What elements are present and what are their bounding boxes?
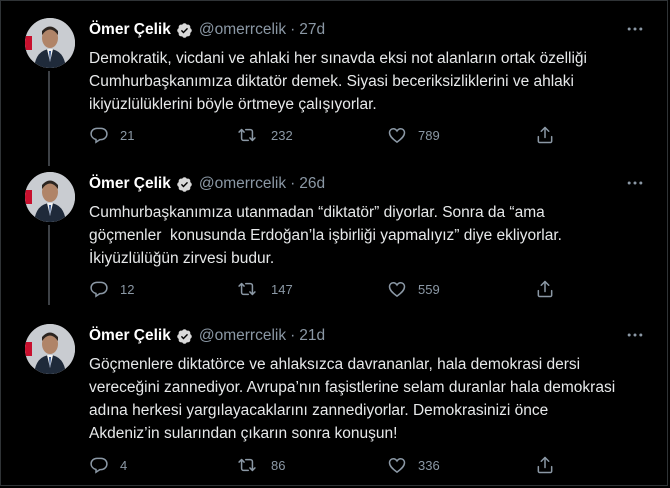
like-count: 336 (418, 457, 440, 473)
tweet-actions: 4 86 336 (89, 453, 647, 477)
reply-icon (90, 457, 108, 474)
reply-button[interactable]: 21 (89, 125, 237, 145)
tweet-actions: 12 147 559 (89, 277, 647, 301)
tweet-thread: Ömer Çelik @omerrcelik · 27d Demokratik,… (0, 0, 668, 486)
share-button[interactable] (535, 125, 555, 145)
tweet-time[interactable]: 27d (299, 21, 325, 39)
reply-count: 4 (120, 457, 128, 473)
separator-dot: · (290, 175, 296, 192)
retweet-icon (238, 458, 256, 472)
tweet-header: Ömer Çelik @omerrcelik · 21d (89, 325, 647, 347)
tweet-text: Cumhurbaşkanımıza utanmadan “diktatör” d… (89, 204, 562, 267)
separator-dot: · (290, 21, 296, 38)
author-handle[interactable]: @omerrcelik (199, 327, 286, 345)
retweet-icon (238, 282, 256, 296)
avatar[interactable] (25, 18, 75, 68)
separator-dot: · (290, 327, 296, 344)
avatar[interactable] (25, 172, 75, 222)
share-button[interactable] (535, 455, 555, 475)
tweet-actions: 21 232 789 (89, 123, 647, 147)
reply-button[interactable]: 12 (89, 279, 237, 299)
like-button[interactable]: 336 (387, 455, 535, 475)
reply-count: 21 (120, 127, 135, 143)
like-icon (388, 127, 406, 143)
tweet-header: Ömer Çelik @omerrcelik · 27d (89, 19, 647, 41)
like-icon (388, 457, 406, 473)
author-name[interactable]: Ömer Çelik (89, 21, 171, 39)
retweet-count: 86 (271, 457, 286, 473)
share-icon (537, 456, 553, 474)
retweet-button[interactable]: 86 (237, 455, 385, 475)
retweet-count: 232 (271, 127, 293, 143)
like-count: 789 (418, 127, 440, 143)
retweet-icon (238, 128, 256, 142)
share-button[interactable] (535, 279, 555, 299)
author-name[interactable]: Ömer Çelik (89, 175, 171, 193)
tweet[interactable]: Ömer Çelik @omerrcelik · 21d Göçmenlere … (1, 307, 667, 485)
thread-line (48, 225, 50, 305)
reply-icon (90, 281, 108, 298)
like-button[interactable]: 789 (387, 125, 535, 145)
verified-badge-icon (176, 22, 193, 39)
author-name[interactable]: Ömer Çelik (89, 327, 171, 345)
retweet-button[interactable]: 147 (237, 279, 385, 299)
share-icon (537, 280, 553, 298)
tweet[interactable]: Ömer Çelik @omerrcelik · 26d Cumhurbaşka… (1, 155, 667, 305)
more-icon[interactable] (623, 325, 647, 345)
tweet[interactable]: Ömer Çelik @omerrcelik · 27d Demokratik,… (1, 1, 667, 166)
more-icon[interactable] (623, 19, 647, 39)
author-handle[interactable]: @omerrcelik (199, 21, 286, 39)
like-count: 559 (418, 281, 440, 297)
avatar[interactable] (25, 324, 75, 374)
like-button[interactable]: 559 (387, 279, 535, 299)
tweet-text: Demokratik, vicdani ve ahlaki her sınavd… (89, 50, 587, 113)
tweet-time[interactable]: 21d (299, 327, 325, 345)
tweet-header: Ömer Çelik @omerrcelik · 26d (89, 173, 647, 195)
more-icon[interactable] (623, 173, 647, 193)
reply-icon (90, 127, 108, 144)
verified-badge-icon (176, 328, 193, 345)
verified-badge-icon (176, 176, 193, 193)
tweet-time[interactable]: 26d (299, 175, 325, 193)
like-icon (388, 281, 406, 297)
reply-button[interactable]: 4 (89, 455, 237, 475)
retweet-button[interactable]: 232 (237, 125, 385, 145)
thread-line (48, 71, 50, 166)
author-handle[interactable]: @omerrcelik (199, 175, 286, 193)
retweet-count: 147 (271, 281, 293, 297)
share-icon (537, 126, 553, 144)
reply-count: 12 (120, 281, 135, 297)
tweet-text: Göçmenlere diktatörce ve ahlaksızca davr… (89, 356, 616, 442)
